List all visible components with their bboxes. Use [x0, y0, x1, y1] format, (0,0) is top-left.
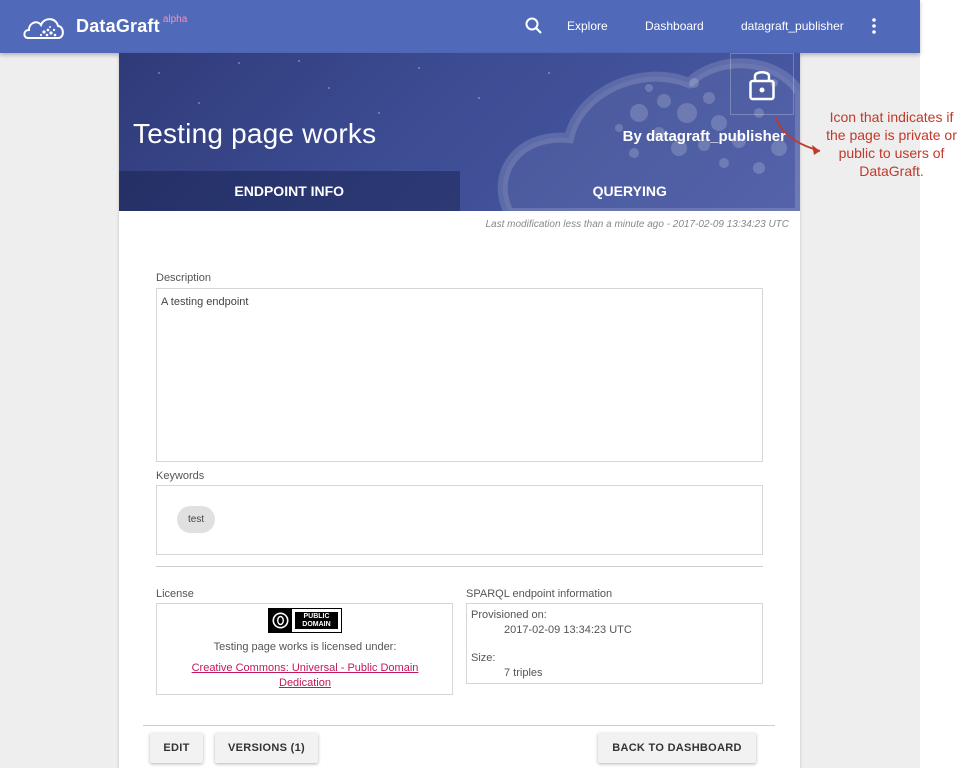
lock-open-icon	[749, 71, 775, 101]
nav-explore-link[interactable]: Explore	[567, 19, 608, 33]
tab-bar: ENDPOINT INFO QUERYING	[119, 171, 800, 211]
nav-user-link[interactable]: datagraft_publisher	[741, 19, 844, 33]
page-title: Testing page works	[133, 118, 377, 149]
footer-divider	[143, 725, 775, 726]
tab-querying[interactable]: QUERYING	[460, 171, 801, 211]
nav-dashboard-link[interactable]: Dashboard	[645, 19, 704, 33]
brand-name: DataGraft	[76, 16, 160, 36]
last-modified: Last modification less than a minute ago…	[485, 219, 789, 230]
license-box: PUBLIC DOMAIN Testing page works is lice…	[156, 603, 453, 695]
tab-endpoint-info[interactable]: ENDPOINT INFO	[119, 171, 460, 211]
edit-button[interactable]: EDIT	[150, 733, 203, 763]
page-owner[interactable]: By datagraft_publisher	[623, 128, 786, 145]
top-app-bar: DataGraft alpha Explore Dashboard datagr…	[0, 0, 920, 53]
public-domain-badge: PUBLIC DOMAIN	[268, 608, 342, 633]
versions-button[interactable]: VERSIONS (1)	[215, 733, 318, 763]
brand[interactable]: DataGraft alpha	[22, 12, 187, 42]
size-label: Size:	[471, 652, 496, 664]
keyword-chip[interactable]: test	[177, 506, 216, 533]
description-value: A testing endpoint	[161, 296, 249, 308]
keywords-field: test	[156, 485, 763, 555]
section-divider	[156, 566, 763, 567]
provisioned-label: Provisioned on:	[471, 609, 547, 621]
endpoint-card: Testing page works By datagraft_publishe…	[119, 53, 800, 768]
zero-circle-icon	[269, 609, 292, 632]
description-label: Description	[156, 272, 212, 284]
keywords-label: Keywords	[156, 470, 205, 482]
privacy-toggle[interactable]	[730, 53, 794, 115]
provisioned-value: 2017-02-09 13:34:23 UTC	[504, 624, 632, 636]
size-value: 7 triples	[504, 667, 543, 679]
cloud-logo-icon	[23, 18, 64, 39]
badge-line-2: DOMAIN	[302, 621, 331, 628]
back-to-dashboard-button[interactable]: BACK TO DASHBOARD	[598, 733, 756, 763]
search-icon[interactable]	[524, 16, 544, 36]
brand-tag: alpha	[162, 14, 188, 25]
description-field[interactable]: A testing endpoint	[156, 288, 763, 462]
more-vert-icon[interactable]	[868, 16, 880, 36]
sparql-label: SPARQL endpoint information	[466, 588, 613, 600]
hero-header: Testing page works By datagraft_publishe…	[119, 53, 800, 211]
sparql-info-box: Provisioned on: 2017-02-09 13:34:23 UTC …	[466, 603, 763, 684]
privacy-annotation: Icon that indicates if the page is priva…	[826, 109, 957, 179]
license-link[interactable]: Creative Commons: Universal - Public Dom…	[177, 661, 433, 691]
badge-line-1: PUBLIC	[303, 613, 330, 620]
license-statement: Testing page works is licensed under:	[213, 641, 397, 653]
license-label: License	[156, 588, 194, 600]
badge-text: PUBLIC DOMAIN	[295, 612, 338, 629]
